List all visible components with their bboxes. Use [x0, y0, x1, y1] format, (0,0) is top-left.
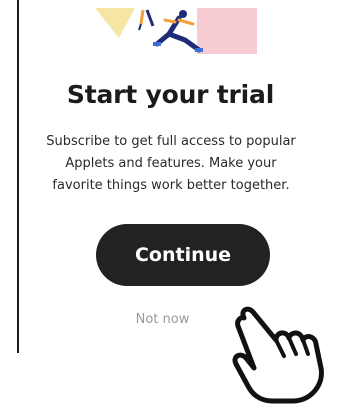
yellow-triangle-shape	[95, 8, 135, 38]
pink-square-shape	[197, 8, 257, 54]
running-figure-icon	[153, 10, 203, 53]
page-title: Start your trial	[66, 80, 275, 109]
continue-button[interactable]: Continue	[96, 224, 270, 286]
pointing-hand-icon	[232, 306, 324, 404]
small-figure-icon	[138, 9, 155, 31]
running-people-illustration	[95, 8, 257, 54]
left-border	[17, 0, 19, 353]
description-text: Subscribe to get full access to popular …	[46, 134, 296, 193]
